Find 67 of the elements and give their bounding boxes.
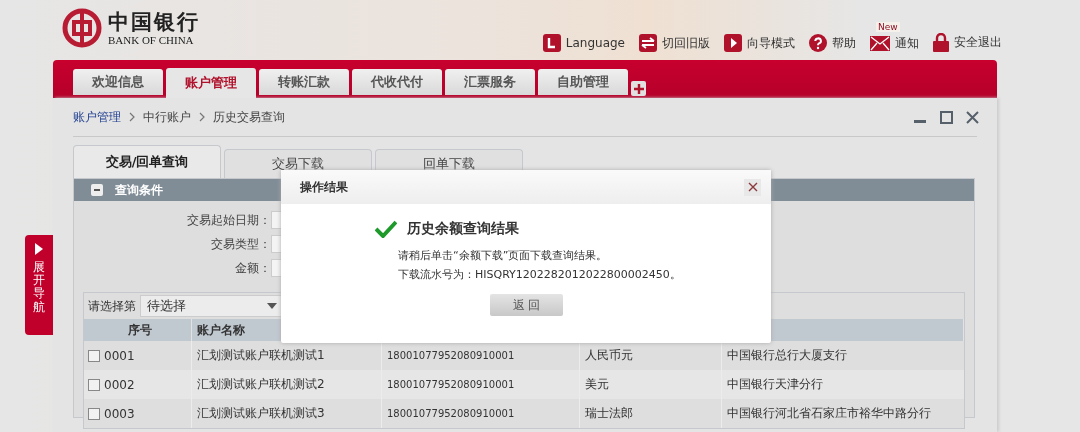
table-cell: 18001077952080910001 bbox=[387, 408, 515, 419]
top-link[interactable]: Language bbox=[565, 36, 625, 50]
breadcrumb-item[interactable]: 中行账户 bbox=[143, 108, 191, 126]
triangle-icon bbox=[35, 243, 43, 255]
table-cell: 瑞士法郎 bbox=[585, 405, 633, 422]
top-link[interactable]: 安全退出 bbox=[954, 34, 1002, 51]
collapse-icon[interactable] bbox=[91, 184, 103, 196]
nav-tab[interactable]: 汇票服务 bbox=[445, 69, 535, 95]
table-cell: 中国银行天津分行 bbox=[727, 376, 823, 393]
row-checkbox[interactable] bbox=[88, 349, 100, 362]
nav-tab[interactable]: 代收代付 bbox=[352, 69, 442, 95]
table-cell: 中国银行总行大厦支行 bbox=[727, 347, 847, 364]
side-nav-label: 展开导航 bbox=[33, 261, 45, 314]
table-cell: 18001077952080910001 bbox=[387, 350, 515, 361]
section-title: 查询条件 bbox=[115, 181, 163, 199]
select-label: 请选择第 bbox=[88, 297, 136, 315]
field-label: 金额： bbox=[234, 259, 271, 277]
top-link[interactable]: 帮助 bbox=[832, 34, 856, 52]
swap-arrows-icon bbox=[639, 34, 657, 52]
mail-icon bbox=[870, 36, 890, 51]
table-cell: 美元 bbox=[585, 376, 609, 393]
breadcrumb-item[interactable]: 账户管理 bbox=[73, 108, 121, 126]
padlock-icon bbox=[933, 33, 949, 52]
nav-tab[interactable]: 账户管理 bbox=[166, 68, 256, 98]
logo-english-name: BANK OF CHINA bbox=[108, 34, 195, 46]
row-checkbox[interactable] bbox=[88, 407, 100, 420]
language-icon bbox=[542, 34, 561, 52]
table-cell: 18001077952080910001 bbox=[387, 379, 515, 390]
play-icon bbox=[724, 34, 742, 52]
chevron-right-icon bbox=[199, 112, 205, 122]
help-icon bbox=[809, 34, 827, 52]
table-cell: 中国银行河北省石家庄市裕华中路分行 bbox=[727, 405, 931, 422]
dialog-message: 下载流水号为：HISQRY1202282012022800002450。 bbox=[398, 267, 682, 282]
bank-logo-icon bbox=[62, 8, 102, 48]
table-cell: 汇划测试账户联机测试2 bbox=[197, 376, 325, 393]
table-cell: 0002 bbox=[104, 377, 135, 392]
caret-icon bbox=[267, 303, 277, 309]
field-label: 交易起始日期： bbox=[186, 211, 271, 229]
field-label: 交易类型： bbox=[210, 235, 271, 253]
maximize-icon[interactable] bbox=[940, 110, 953, 124]
chevron-right-icon bbox=[129, 112, 135, 122]
side-nav-tab[interactable]: 展开导航 bbox=[25, 235, 53, 335]
close-button[interactable] bbox=[744, 178, 761, 196]
table-cell: 汇划测试账户联机测试1 bbox=[197, 347, 325, 364]
row-checkbox[interactable] bbox=[88, 378, 100, 391]
add-tab-button[interactable] bbox=[631, 81, 646, 96]
table-cell: 0003 bbox=[104, 406, 135, 421]
nav-tab[interactable]: 欢迎信息 bbox=[73, 69, 163, 95]
table-cell: 0001 bbox=[104, 348, 135, 363]
checkmark-icon bbox=[375, 220, 397, 238]
nav-tab[interactable]: 转账汇款 bbox=[259, 69, 349, 95]
nav-tab[interactable]: 自助管理 bbox=[538, 69, 628, 95]
logo-chinese-name: 中国银行 bbox=[108, 10, 200, 34]
dialog-title: 操作结果 bbox=[300, 178, 348, 196]
dialog-message: 请稍后单击“余额下载”页面下载查询结果。 bbox=[398, 248, 609, 263]
table-cell: 汇划测试账户联机测试3 bbox=[197, 405, 325, 422]
breadcrumb-item[interactable]: 历史交易查询 bbox=[213, 108, 285, 126]
top-link[interactable]: 通知 bbox=[895, 35, 919, 52]
close-icon[interactable] bbox=[966, 110, 979, 124]
table-cell: 人民币元 bbox=[585, 347, 633, 364]
sub-tab[interactable]: 交易/回单查询 bbox=[73, 145, 221, 178]
dialog-heading: 历史余额查询结果 bbox=[407, 220, 519, 238]
new-badge: New bbox=[876, 22, 900, 32]
select-dropdown[interactable]: 待选择 bbox=[140, 295, 284, 317]
top-link[interactable]: 向导模式 bbox=[747, 34, 795, 52]
top-link[interactable]: 切回旧版 bbox=[662, 34, 710, 52]
return-button[interactable]: 返 回 bbox=[490, 294, 563, 316]
